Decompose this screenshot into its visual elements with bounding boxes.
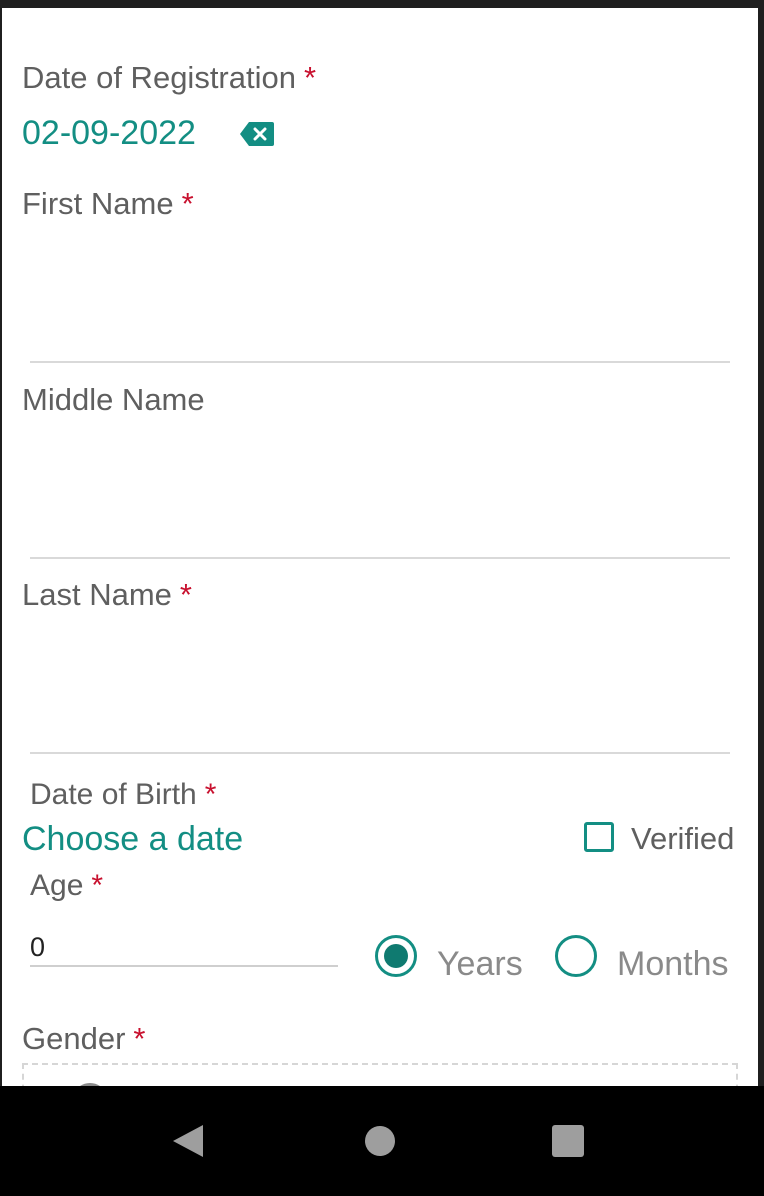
required-asterisk: * — [179, 577, 192, 612]
first-name-label: First Name * — [22, 186, 194, 222]
age-underline — [30, 965, 338, 967]
registration-screen: Date of Registration * 02-09-2022 First N… — [0, 0, 764, 1196]
gender-label-text: Gender — [22, 1021, 126, 1056]
date-of-birth-label-text: Date of Birth — [30, 778, 197, 811]
patient-registration-form: Date of Registration * 02-09-2022 First N… — [2, 8, 758, 1086]
registration-date-label: Date of Registration * — [22, 60, 316, 96]
required-asterisk: * — [181, 186, 194, 221]
required-asterisk: * — [91, 869, 104, 902]
middle-name-underline — [30, 557, 730, 559]
last-name-label: Last Name * — [22, 577, 192, 613]
last-name-label-text: Last Name — [22, 577, 172, 612]
months-radio-label[interactable]: Months — [617, 945, 729, 984]
last-name-input[interactable] — [30, 630, 730, 752]
middle-name-input[interactable] — [30, 434, 730, 556]
required-asterisk: * — [204, 778, 217, 811]
system-navigation-bar — [0, 1086, 764, 1196]
backspace-clear-icon[interactable] — [239, 121, 275, 147]
verified-checkbox[interactable] — [584, 822, 614, 852]
first-name-underline — [30, 361, 730, 363]
first-name-label-text: First Name — [22, 186, 174, 221]
gender-options-group — [22, 1063, 738, 1086]
last-name-underline — [30, 752, 730, 754]
months-radio[interactable] — [555, 935, 597, 977]
age-label: Age * — [30, 869, 103, 903]
years-radio-label[interactable]: Years — [437, 945, 523, 984]
home-circle-icon[interactable] — [355, 1116, 405, 1166]
years-radio[interactable] — [375, 935, 417, 977]
recents-square-icon[interactable] — [543, 1116, 593, 1166]
required-asterisk: * — [303, 60, 317, 95]
first-name-input[interactable] — [30, 238, 730, 360]
gender-label: Gender * — [22, 1021, 145, 1057]
age-input[interactable]: 0 — [30, 932, 45, 963]
registration-date-label-text: Date of Registration — [22, 60, 296, 95]
verified-label[interactable]: Verified — [631, 821, 734, 857]
required-asterisk: * — [133, 1021, 146, 1056]
choose-date-button[interactable]: Choose a date — [22, 820, 243, 859]
middle-name-label: Middle Name — [22, 382, 205, 417]
date-of-birth-label: Date of Birth * — [30, 778, 216, 812]
back-triangle-icon[interactable] — [163, 1116, 213, 1166]
registration-date-value[interactable]: 02-09-2022 — [22, 114, 196, 153]
age-label-text: Age — [30, 869, 84, 902]
